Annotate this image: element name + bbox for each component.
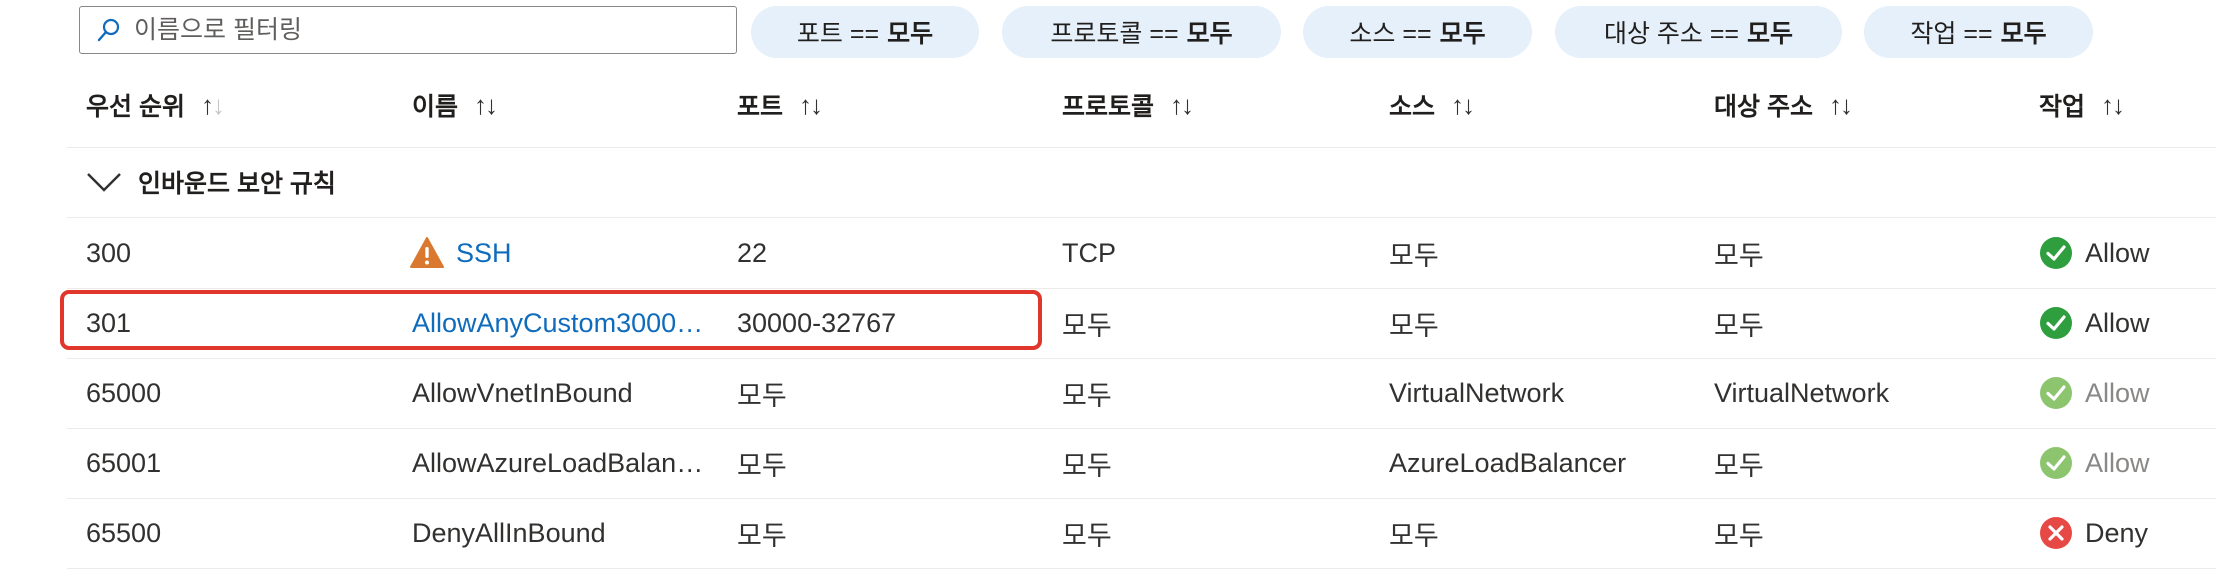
- deny-circle-icon: [2040, 517, 2072, 549]
- table-row[interactable]: 65000 AllowVnetInBound 모두 모두 VirtualNetw…: [0, 358, 2216, 428]
- action-label: Deny: [2085, 517, 2149, 548]
- source-cell: AzureLoadBalancer: [1389, 447, 1627, 478]
- table-row[interactable]: 65001 AllowAzureLoadBalancerInBound 모두 모…: [0, 428, 2216, 498]
- highlight-box: [60, 290, 1042, 350]
- protocol-cell: 모두: [1062, 310, 1112, 341]
- table-row[interactable]: 65500 DenyAllInBound 모두 모두 모두 모두 Deny: [0, 498, 2216, 568]
- filter-pill-label: 프로토콜 ==: [1050, 20, 1179, 48]
- filter-pill-value: 모두: [2000, 20, 2047, 48]
- name-cell: AllowVnetInBound: [412, 358, 709, 428]
- column-header-priority[interactable]: 우선 순위 ↑↓: [86, 70, 225, 140]
- filter-pill-value: 모두: [1439, 20, 1486, 48]
- column-header-label: 우선 순위: [86, 93, 185, 121]
- destination-cell: 모두: [1714, 520, 1764, 551]
- action-cell: Deny: [2039, 498, 2209, 568]
- destination-cell: VirtualNetwork: [1714, 377, 1890, 408]
- warning-icon: [410, 237, 444, 268]
- check-circle-icon: [2040, 377, 2072, 409]
- rule-name: AllowAzureLoadBalancerInBound: [412, 447, 709, 478]
- check-circle-icon: [2040, 307, 2072, 339]
- action-cell: Allow: [2039, 428, 2209, 498]
- name-cell[interactable]: SSH: [410, 218, 725, 288]
- sort-icon[interactable]: ↑↓: [201, 90, 225, 121]
- filter-pill-protocol[interactable]: 프로토콜 == 모두: [1002, 6, 1281, 58]
- chevron-down-icon: [87, 173, 121, 192]
- column-header-label: 프로토콜: [1062, 93, 1155, 121]
- filter-pill-port[interactable]: 포트 == 모두: [751, 6, 979, 58]
- column-header-port[interactable]: 포트 ↑↓: [737, 70, 823, 140]
- action-cell: Allow: [2039, 218, 2209, 288]
- port-cell: 모두: [737, 520, 787, 551]
- column-header-label: 대상 주소: [1714, 93, 1813, 121]
- group-label: 인바운드 보안 규칙: [138, 170, 336, 198]
- column-header-protocol[interactable]: 프로토콜 ↑↓: [1062, 70, 1194, 140]
- priority-cell: 65001: [86, 447, 162, 478]
- port-cell: 22: [737, 237, 768, 268]
- protocol-cell: 모두: [1062, 380, 1112, 411]
- action-label: Allow: [2085, 237, 2150, 268]
- rule-name-link[interactable]: SSH: [456, 238, 512, 269]
- rule-name: DenyAllInBound: [412, 517, 606, 548]
- destination-cell: 모두: [1714, 240, 1764, 271]
- filter-pill-label: 대상 주소 ==: [1603, 20, 1740, 48]
- port-cell: 모두: [737, 450, 787, 481]
- filter-pill-label: 포트 ==: [796, 20, 880, 48]
- column-header-name[interactable]: 이름 ↑↓: [412, 70, 498, 140]
- filter-pill-action[interactable]: 작업 == 모두: [1864, 6, 2093, 58]
- sort-icon[interactable]: ↑↓: [474, 90, 498, 121]
- sort-icon[interactable]: ↑↓: [1451, 90, 1475, 121]
- priority-cell: 65000: [86, 377, 162, 408]
- destination-cell: 모두: [1714, 310, 1764, 341]
- filter-pill-destination[interactable]: 대상 주소 == 모두: [1555, 6, 1842, 58]
- divider: [67, 147, 2216, 148]
- source-cell: VirtualNetwork: [1389, 377, 1565, 408]
- filter-pill-value: 모두: [1186, 20, 1233, 48]
- check-circle-icon: [2040, 237, 2072, 269]
- rule-name: AllowVnetInBound: [412, 377, 633, 408]
- name-cell: AllowAzureLoadBalancerInBound: [412, 428, 709, 498]
- filter-pill-label: 작업 ==: [1910, 20, 1993, 48]
- action-label: Allow: [2085, 307, 2150, 338]
- priority-cell: 65500: [86, 517, 162, 548]
- column-header-label: 소스: [1389, 93, 1436, 121]
- destination-cell: 모두: [1714, 450, 1764, 481]
- sort-icon[interactable]: ↑↓: [1829, 90, 1853, 121]
- action-label: Allow: [2085, 447, 2150, 478]
- sort-icon[interactable]: ↑↓: [799, 90, 823, 121]
- source-cell: 모두: [1389, 310, 1439, 341]
- name-cell: DenyAllInBound: [412, 498, 709, 568]
- check-circle-icon: [2040, 447, 2072, 479]
- divider: [67, 568, 2216, 569]
- port-cell: 모두: [737, 380, 787, 411]
- protocol-cell: 모두: [1062, 450, 1112, 481]
- column-header-label: 포트: [737, 93, 784, 121]
- action-cell: Allow: [2039, 358, 2209, 428]
- table-row[interactable]: 300 SSH 22 TCP 모두 모두 Allow: [0, 218, 2216, 288]
- filter-pill-value: 모두: [1747, 20, 1794, 48]
- search-box[interactable]: [79, 6, 737, 54]
- sort-icon[interactable]: ↑↓: [2101, 90, 2125, 121]
- group-header-inbound[interactable]: 인바운드 보안 규칙: [86, 154, 336, 210]
- search-input[interactable]: [132, 14, 736, 46]
- source-cell: 모두: [1389, 240, 1439, 271]
- column-header-destination[interactable]: 대상 주소 ↑↓: [1714, 70, 1853, 140]
- protocol-cell: TCP: [1062, 237, 1116, 268]
- action-cell: Allow: [2039, 288, 2209, 358]
- filter-pill-label: 소스 ==: [1349, 20, 1432, 48]
- filter-pill-source[interactable]: 소스 == 모두: [1303, 6, 1532, 58]
- sort-icon[interactable]: ↑↓: [1170, 90, 1194, 121]
- priority-cell: 300: [86, 237, 132, 268]
- action-label: Allow: [2085, 377, 2150, 408]
- source-cell: 모두: [1389, 520, 1439, 551]
- column-header-action[interactable]: 작업 ↑↓: [2039, 70, 2125, 140]
- column-header-label: 이름: [412, 93, 459, 121]
- column-header-source[interactable]: 소스 ↑↓: [1389, 70, 1475, 140]
- column-header-label: 작업: [2039, 93, 2086, 121]
- protocol-cell: 모두: [1062, 520, 1112, 551]
- filter-pill-value: 모두: [887, 20, 934, 48]
- search-icon: [97, 18, 120, 42]
